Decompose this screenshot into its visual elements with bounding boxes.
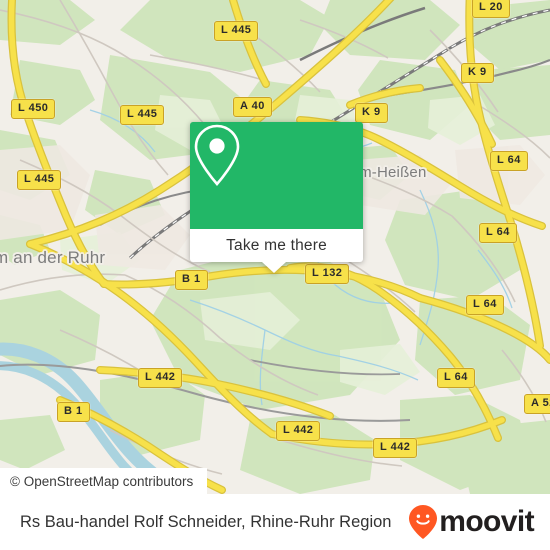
road-shield: L 442 <box>373 438 418 458</box>
location-title: Rs Bau-handel Rolf Schneider, Rhine-Ruhr… <box>20 512 392 531</box>
bottom-bar: Rs Bau-handel Rolf Schneider, Rhine-Ruhr… <box>0 494 550 550</box>
road-shield: L 445 <box>120 105 165 125</box>
road-shield: A 40 <box>233 97 272 117</box>
map-canvas[interactable]: m an der Ruhr eim-Heißen L 445 L 20 K 9 … <box>0 0 550 494</box>
road-shield: L 450 <box>11 99 56 119</box>
road-shield: L 445 <box>214 21 259 41</box>
moovit-wordmark: moovit <box>439 505 534 538</box>
place-label: m an der Ruhr <box>0 248 106 267</box>
road-shield: L 445 <box>17 170 62 190</box>
road-shield: L 20 <box>472 0 510 18</box>
road-shield: B 1 <box>57 402 90 422</box>
road-shield: L 64 <box>490 151 528 171</box>
map-pin-icon <box>194 124 240 186</box>
road-shield: K 9 <box>461 63 494 83</box>
road-shield: L 64 <box>466 295 504 315</box>
take-me-there-label: Take me there <box>226 236 327 254</box>
road-shield: L 132 <box>305 264 350 284</box>
road-shield: A 52 <box>524 394 550 414</box>
road-shield: K 9 <box>355 103 388 123</box>
map-screenshot: m an der Ruhr eim-Heißen L 445 L 20 K 9 … <box>0 0 550 550</box>
road-shield: L 442 <box>276 421 321 441</box>
popup-tail-pointer <box>262 262 286 273</box>
moovit-smiley-pin-icon <box>409 505 438 539</box>
popup-green-header <box>190 122 363 229</box>
osm-attribution-text: © OpenStreetMap contributors <box>10 473 194 489</box>
popup-action-bar[interactable]: Take me there <box>190 229 363 262</box>
road-shield: B 1 <box>175 270 208 290</box>
location-popup[interactable]: Take me there <box>190 122 363 273</box>
road-shield: L 64 <box>437 368 475 388</box>
osm-attribution[interactable]: © OpenStreetMap contributors <box>0 468 208 494</box>
moovit-brand[interactable]: moovit <box>408 504 535 540</box>
road-shield: L 64 <box>479 223 517 243</box>
road-shield: L 442 <box>138 368 183 388</box>
